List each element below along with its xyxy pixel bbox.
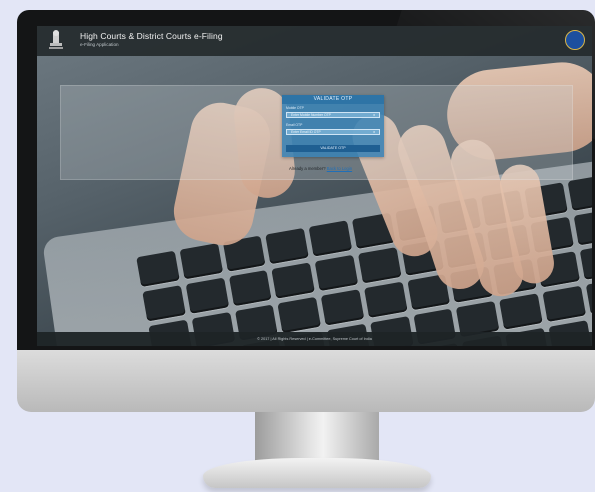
mobile-otp-input[interactable]: Enter Mobile Number OTP x: [286, 112, 380, 118]
screen: High Courts & District Courts e-Filing e…: [37, 26, 592, 346]
clear-icon: x: [373, 130, 375, 134]
supreme-court-seal-icon: [565, 30, 585, 50]
email-otp-input[interactable]: Enter Email ID OTP x: [286, 129, 380, 135]
scene: High Courts & District Courts e-Filing e…: [0, 0, 595, 492]
monitor-stand-base: [203, 458, 431, 488]
app-subtitle: e-Filing Application: [80, 42, 119, 47]
mobile-otp-value: Enter Mobile Number OTP: [291, 113, 331, 117]
otp-card: VALIDATE OTP Mobile OTP Enter Mobile Num…: [282, 95, 384, 157]
national-emblem-icon: [49, 30, 63, 49]
monitor-stand-neck: [255, 412, 379, 464]
background-photo: [37, 26, 592, 346]
app-footer: © 2017 | All Rights Reserved | e-Committ…: [37, 332, 592, 346]
validate-otp-button[interactable]: VALIDATE OTP: [286, 145, 380, 152]
app-header: High Courts & District Courts e-Filing e…: [37, 26, 592, 56]
already-member-text: Already a member?: [289, 166, 326, 171]
email-otp-value: Enter Email ID OTP: [291, 130, 321, 134]
card-heading: VALIDATE OTP: [282, 95, 384, 104]
app-title: High Courts & District Courts e-Filing: [80, 31, 223, 41]
monitor-chin: [17, 350, 595, 412]
mobile-otp-label: Mobile OTP: [286, 106, 304, 110]
monitor-bezel: High Courts & District Courts e-Filing e…: [17, 10, 595, 350]
back-to-login-link[interactable]: Back to Login: [327, 166, 352, 171]
already-member-row: Already a member? Back to Login: [289, 166, 352, 171]
clear-icon: x: [373, 113, 375, 117]
email-otp-label: Email OTP: [286, 123, 303, 127]
